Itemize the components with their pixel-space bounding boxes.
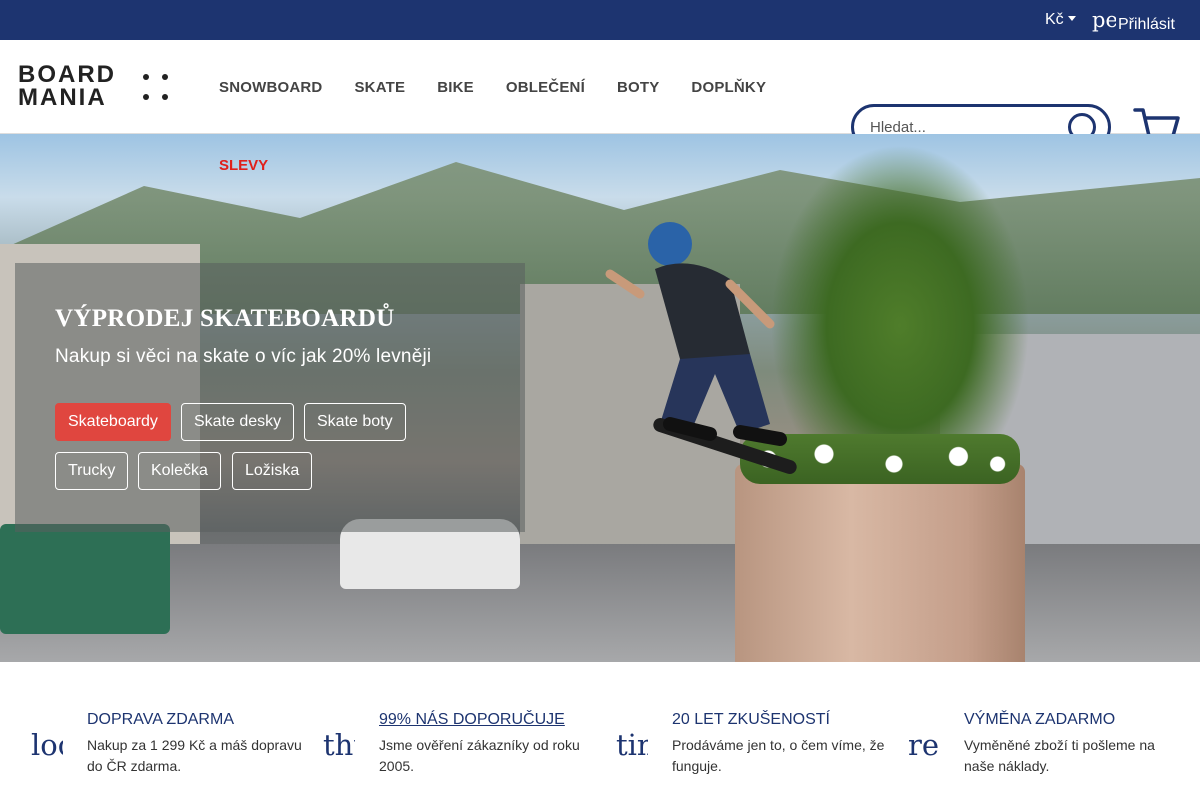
- feature-item: thumb_up 99% NÁS DOPORUČUJE Jsme ověření…: [323, 708, 603, 778]
- logo-line-2: MANIA: [18, 84, 107, 111]
- feature-title: VÝMĚNA ZADARMO: [964, 711, 1116, 728]
- hero-skater: [605, 222, 797, 475]
- thumb-up-icon: thumb_up: [323, 728, 355, 762]
- logo-dot: [143, 74, 149, 80]
- chip-skate-boty[interactable]: Skate boty: [304, 403, 406, 441]
- hero-title: VÝPRODEJ SKATEBOARDŮ: [55, 305, 395, 332]
- nav-item-bike[interactable]: BIKE: [437, 79, 474, 96]
- logo-dot: [162, 94, 168, 100]
- caret-down-icon: [1067, 16, 1076, 21]
- feature-title: 20 LET ZKUŠENOSTÍ: [672, 711, 830, 728]
- person-icon: pe: [1092, 8, 1116, 32]
- shipping-icon: local_shipping: [31, 728, 63, 762]
- hero-planter: [735, 464, 1025, 662]
- nav-item-doplnky[interactable]: DOPLŇKY: [691, 79, 766, 96]
- timer-icon: timer: [616, 728, 648, 762]
- features-strip: local_shipping DOPRAVA ZDARMA Nakup za 1…: [0, 662, 1200, 800]
- login-link[interactable]: pePřihlásit: [1092, 8, 1175, 34]
- logo-dot: [143, 94, 149, 100]
- nav-item-boty[interactable]: BOTY: [617, 79, 659, 96]
- chip-loziska[interactable]: Ložiska: [232, 452, 313, 490]
- feature-item: refresh VÝMĚNA ZADARMO Vyměněné zboží ti…: [908, 708, 1188, 778]
- feature-item: local_shipping DOPRAVA ZDARMA Nakup za 1…: [31, 708, 311, 778]
- feature-title: DOPRAVA ZDARMA: [87, 711, 234, 728]
- refresh-icon: refresh: [908, 728, 940, 762]
- feature-desc: Prodáváme jen to, o čem víme, že funguje…: [672, 737, 885, 774]
- feature-desc: Vyměněné zboží ti pošleme na naše náklad…: [964, 737, 1155, 774]
- main-header: BOARD MANIA SNOWBOARD SKATE BIKE OBLEČEN…: [0, 40, 1200, 150]
- nav-item-slevy[interactable]: SLEVY: [219, 157, 268, 174]
- feature-desc: Nakup za 1 299 Kč a máš dopravu do ČR zd…: [87, 737, 302, 774]
- chip-skateboardy[interactable]: Skateboardy: [55, 403, 171, 441]
- currency-label: Kč: [1045, 11, 1064, 28]
- currency-dropdown[interactable]: Kč: [1045, 11, 1076, 29]
- feature-title-link[interactable]: 99% NÁS DOPORUČUJE: [379, 711, 565, 729]
- nav-item-skate[interactable]: SKATE: [354, 79, 405, 96]
- nav-item-obleceni[interactable]: OBLEČENÍ: [506, 79, 585, 96]
- hero-subtitle: Nakup si věci na skate o víc jak 20% lev…: [55, 346, 432, 367]
- nav-item-snowboard[interactable]: SNOWBOARD: [219, 79, 322, 96]
- hero-promo-box: [15, 263, 525, 532]
- top-bar: Kč pePřihlásit: [0, 0, 1200, 40]
- login-label: Přihlásit: [1118, 16, 1175, 33]
- feature-item: timer 20 LET ZKUŠENOSTÍ Prodáváme jen to…: [616, 708, 896, 778]
- hero-truck: [0, 524, 170, 634]
- logo[interactable]: BOARD MANIA: [18, 62, 173, 114]
- main-nav: SNOWBOARD SKATE BIKE OBLEČENÍ BOTY DOPLŇ…: [219, 79, 798, 96]
- chip-kolecka[interactable]: Kolečka: [138, 452, 221, 490]
- logo-dot: [162, 74, 168, 80]
- feature-desc: Jsme ověření zákazníky od roku 2005.: [379, 737, 580, 774]
- chip-skate-desky[interactable]: Skate desky: [181, 403, 295, 441]
- chip-trucky[interactable]: Trucky: [55, 452, 129, 490]
